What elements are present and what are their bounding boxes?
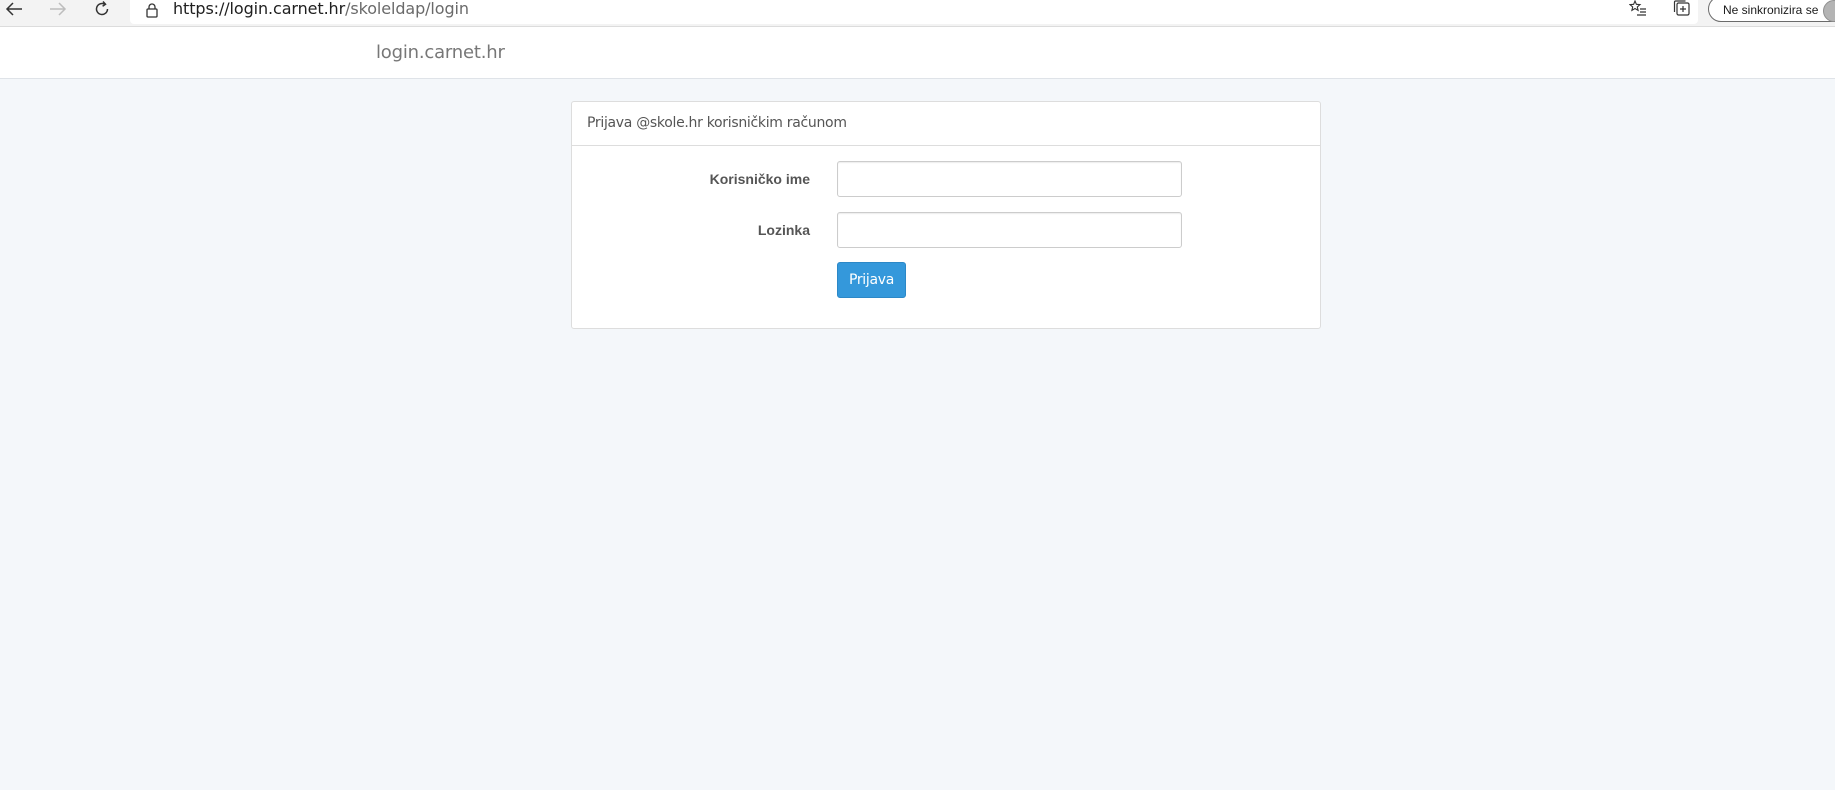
username-row: Korisničko ime	[572, 161, 1322, 197]
forward-button[interactable]	[44, 0, 72, 22]
arrow-left-icon	[5, 1, 23, 21]
sync-status-button[interactable]: Ne sinkronizira se	[1708, 0, 1835, 22]
favorites-list-icon	[1628, 0, 1647, 21]
password-label: Lozinka	[757, 222, 810, 238]
username-input[interactable]	[837, 161, 1182, 197]
login-panel-title: Prijava @skole.hr korisničkim računom	[572, 102, 1320, 146]
lock-icon	[144, 0, 160, 20]
refresh-icon	[93, 0, 111, 23]
back-button[interactable]	[0, 0, 28, 22]
arrow-right-icon	[49, 1, 67, 21]
url-path: /skoleldap/login	[345, 0, 469, 18]
url-host: https://login.carnet.hr	[173, 0, 346, 18]
browser-toolbar: https://login.carnet.hr/skoleldap/login …	[0, 0, 1835, 27]
collections-icon	[1673, 0, 1691, 21]
password-row: Lozinka	[572, 212, 1322, 248]
site-header: login.carnet.hr	[0, 27, 1835, 79]
username-label: Korisničko ime	[709, 171, 810, 187]
password-input[interactable]	[837, 212, 1182, 248]
collections-button[interactable]	[1670, 0, 1694, 20]
url-text: https://login.carnet.hr/skoleldap/login	[173, 0, 469, 20]
sync-status-label: Ne sinkronizira se	[1723, 3, 1819, 17]
favorites-list-button[interactable]	[1626, 0, 1650, 20]
site-brand-link[interactable]: login.carnet.hr	[376, 42, 505, 63]
address-bar[interactable]: https://login.carnet.hr/skoleldap/login	[130, 0, 1728, 24]
refresh-button[interactable]	[88, 0, 116, 22]
login-panel: Prijava @skole.hr korisničkim računom Ko…	[571, 101, 1321, 329]
login-submit-button[interactable]: Prijava	[837, 262, 906, 298]
